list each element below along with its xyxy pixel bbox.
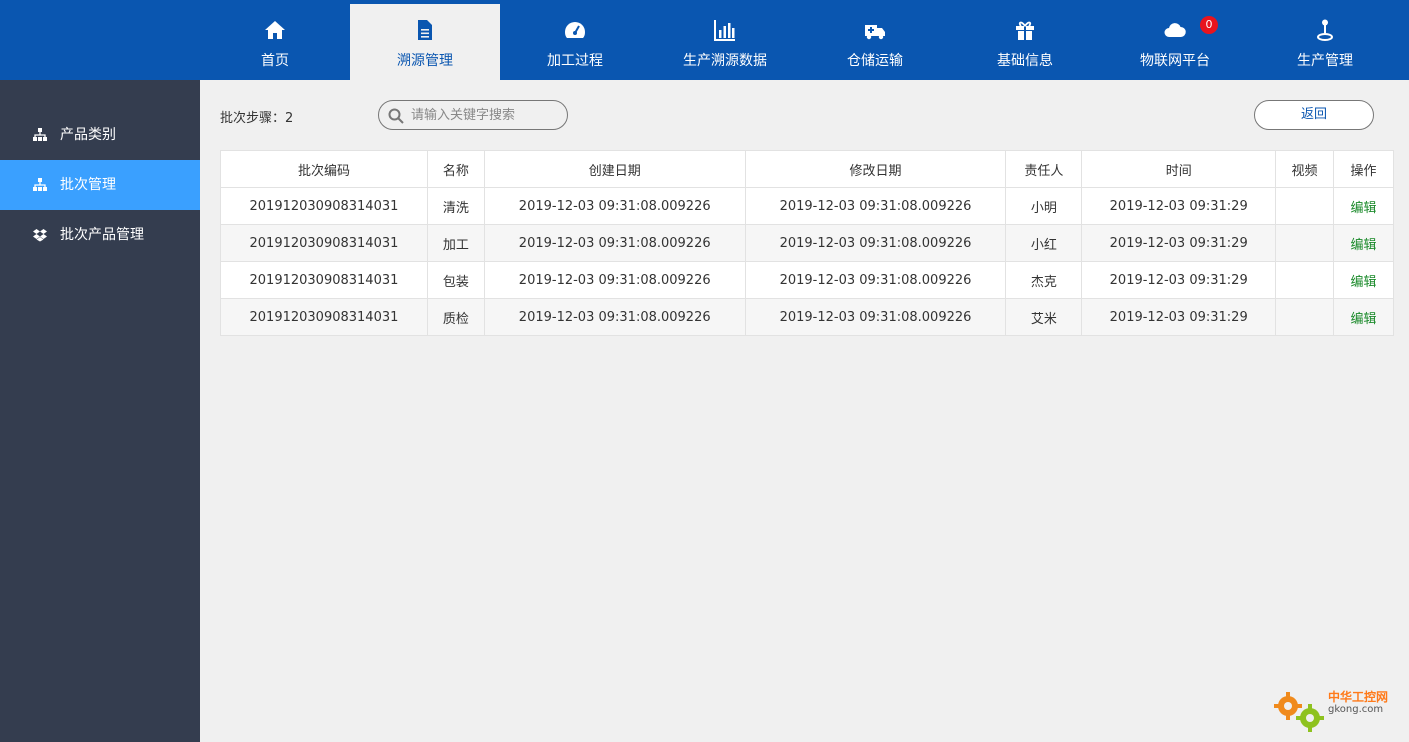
cell-time: 2019-12-03 09:31:29: [1081, 261, 1277, 299]
nav-item-label: 生产管理: [1297, 53, 1353, 69]
document-icon: [418, 20, 432, 40]
gkong-watermark: 中华工控网 gkong.com: [1272, 686, 1402, 736]
cell-video: [1275, 298, 1335, 336]
nav-item-storage-transport[interactable]: 仓储运输: [800, 0, 950, 80]
table-row: 201912030908314031 加工 2019-12-03 09:31:0…: [220, 224, 1394, 262]
dropbox-icon: [33, 229, 47, 242]
table-row: 201912030908314031 包装 2019-12-03 09:31:0…: [220, 261, 1394, 299]
cell-modified-date: 2019-12-03 09:31:08.009226: [744, 298, 1007, 336]
column-header: 时间: [1081, 150, 1277, 188]
cell-modified-date: 2019-12-03 09:31:08.009226: [744, 261, 1007, 299]
cell-video: [1275, 224, 1335, 262]
nav-item-label: 生产溯源数据: [683, 53, 767, 69]
batch-step-table: 批次编码 名称 创建日期 修改日期 责任人 时间 视频 操作 201912030…: [220, 150, 1394, 336]
cell-created-date: 2019-12-03 09:31:08.009226: [483, 261, 746, 299]
column-header: 创建日期: [483, 150, 746, 188]
edit-link[interactable]: 编辑: [1333, 298, 1394, 336]
sitemap-icon: [33, 128, 47, 141]
back-button[interactable]: 返回: [1254, 100, 1374, 130]
search-icon: [388, 108, 404, 124]
cell-time: 2019-12-03 09:31:29: [1081, 298, 1277, 336]
batch-step-label: 批次步骤：2: [220, 111, 294, 126]
sidebar-item-label: 产品类别: [60, 127, 116, 143]
cell-responsible-person: 小红: [1005, 224, 1083, 262]
home-icon: [265, 21, 285, 39]
gear-icon: [1274, 692, 1324, 732]
sidebar-item-label: 批次产品管理: [60, 227, 144, 243]
cell-responsible-person: 小明: [1005, 187, 1083, 225]
top-nav-bar: 首页 溯源管理 加工过程 生产溯源数据 仓储运输 基础信息 0 物联网平台 生产…: [0, 0, 1409, 80]
sidebar-item-label: 批次管理: [60, 177, 116, 193]
nav-item-production-management[interactable]: 生产管理: [1250, 0, 1400, 80]
cloud-icon: [1164, 23, 1186, 37]
table-row: 201912030908314031 清洗 2019-12-03 09:31:0…: [220, 187, 1394, 225]
sidebar-item-product-category[interactable]: 产品类别: [0, 110, 200, 160]
nav-item-basic-info[interactable]: 基础信息: [950, 0, 1100, 80]
gift-icon: [1016, 21, 1034, 40]
nav-item-home[interactable]: 首页: [200, 0, 350, 80]
sidebar-item-batch-management[interactable]: 批次管理: [0, 160, 200, 210]
edit-link[interactable]: 编辑: [1333, 224, 1394, 262]
search-input[interactable]: [411, 105, 561, 125]
column-header: 修改日期: [744, 150, 1007, 188]
cell-created-date: 2019-12-03 09:31:08.009226: [483, 224, 746, 262]
cell-video: [1275, 261, 1335, 299]
cell-created-date: 2019-12-03 09:31:08.009226: [483, 298, 746, 336]
top-nav: 首页 溯源管理 加工过程 生产溯源数据 仓储运输 基础信息 0 物联网平台 生产…: [200, 0, 1400, 80]
table-header-row: 批次编码 名称 创建日期 修改日期 责任人 时间 视频 操作: [220, 150, 1394, 188]
notification-badge: 0: [1200, 16, 1218, 34]
cell-name: 质检: [426, 298, 485, 336]
column-header: 名称: [426, 150, 485, 188]
edit-link[interactable]: 编辑: [1333, 187, 1394, 225]
cell-time: 2019-12-03 09:31:29: [1081, 187, 1277, 225]
cell-created-date: 2019-12-03 09:31:08.009226: [483, 187, 746, 225]
nav-item-label: 加工过程: [547, 53, 603, 69]
nav-item-processing[interactable]: 加工过程: [500, 0, 650, 80]
dashboard-icon: [565, 22, 585, 38]
nav-item-label: 基础信息: [997, 53, 1053, 69]
nav-item-trace-management[interactable]: 溯源管理: [350, 4, 500, 80]
watermark-title: 中华工控网: [1328, 690, 1389, 704]
nav-item-production-trace-data[interactable]: 生产溯源数据: [650, 0, 800, 80]
watermark-url: gkong.com: [1328, 704, 1384, 715]
sidebar: 产品类别 批次管理 批次产品管理: [0, 80, 200, 742]
sitemap-icon: [33, 178, 47, 191]
nav-item-label: 溯源管理: [397, 53, 453, 69]
joystick-icon: [1317, 19, 1333, 41]
cell-modified-date: 2019-12-03 09:31:08.009226: [744, 187, 1007, 225]
column-header: 责任人: [1005, 150, 1083, 188]
ambulance-icon: [865, 25, 885, 40]
cell-responsible-person: 杰克: [1005, 261, 1083, 299]
cell-responsible-person: 艾米: [1005, 298, 1083, 336]
column-header: 操作: [1333, 150, 1394, 188]
table-row: 201912030908314031 质检 2019-12-03 09:31:0…: [220, 298, 1394, 336]
cell-name: 清洗: [426, 187, 485, 225]
bar-chart-icon: [714, 20, 735, 41]
search-box: [378, 100, 568, 130]
cell-name: 包装: [426, 261, 485, 299]
nav-item-iot-platform[interactable]: 0 物联网平台: [1100, 0, 1250, 80]
cell-batch-code: 201912030908314031: [220, 261, 428, 299]
cell-batch-code: 201912030908314031: [220, 224, 428, 262]
cell-batch-code: 201912030908314031: [220, 187, 428, 225]
sidebar-item-batch-product-management[interactable]: 批次产品管理: [0, 210, 200, 260]
cell-video: [1275, 187, 1335, 225]
cell-time: 2019-12-03 09:31:29: [1081, 224, 1277, 262]
column-header: 批次编码: [220, 150, 428, 188]
nav-item-label: 首页: [261, 53, 289, 69]
cell-modified-date: 2019-12-03 09:31:08.009226: [744, 224, 1007, 262]
cell-name: 加工: [426, 224, 485, 262]
edit-link[interactable]: 编辑: [1333, 261, 1394, 299]
cell-batch-code: 201912030908314031: [220, 298, 428, 336]
column-header: 视频: [1275, 150, 1335, 188]
nav-item-label: 物联网平台: [1140, 53, 1210, 69]
nav-item-label: 仓储运输: [847, 53, 903, 69]
